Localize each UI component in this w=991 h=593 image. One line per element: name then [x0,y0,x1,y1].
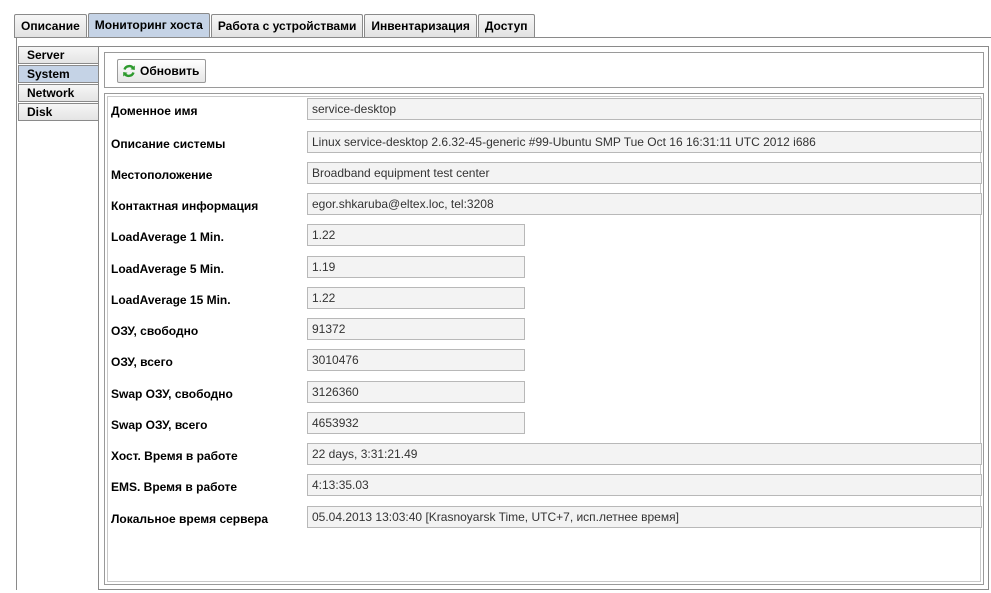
field-label: LoadAverage 15 Min. [111,293,231,307]
field-label: EMS. Время в работе [111,480,238,494]
field-label: Контактная информация [111,199,259,213]
host-uptime-field[interactable]: 22 days, 3:31:21.49 [307,443,982,465]
refresh-label: Обновить [140,64,200,78]
tab-host-monitoring[interactable]: Мониторинг хоста [87,13,210,38]
ems-uptime-field[interactable]: 4:13:35.03 [307,474,982,496]
field-label: Локальное время сервера [111,512,269,526]
side-tab-system[interactable]: System [18,65,107,83]
tab-access[interactable]: Доступ [477,14,535,37]
side-tab-network[interactable]: Network [18,84,98,102]
field-label: Местоположение [111,168,213,182]
top-tab-bar: Описание Мониторинг хоста Работа с устро… [14,13,536,38]
tab-inventory[interactable]: Инвентаризация [364,14,477,37]
field-label: ОЗУ, всего [111,355,173,369]
contact-info-field[interactable]: egor.shkaruba@eltex.loc, tel:3208 [307,193,982,215]
side-tab-bar: Server System Network Disk [18,46,107,122]
side-tab-disk[interactable]: Disk [18,103,98,121]
loadavg-1-field[interactable]: 1.22 [307,224,525,246]
field-label: Хост. Время в работе [111,449,238,463]
swap-total-field[interactable]: 4653932 [307,412,525,434]
loadavg-15-field[interactable]: 1.22 [307,287,525,309]
field-label: LoadAverage 1 Min. [111,230,224,244]
field-label: LoadAverage 5 Min. [111,262,224,276]
ram-free-field[interactable]: 91372 [307,318,525,340]
field-label: Swap ОЗУ, всего [111,418,208,432]
system-description-field[interactable]: Linux service-desktop 2.6.32-45-generic … [307,131,982,153]
toolbar: Обновить [104,52,984,88]
tab-device-management[interactable]: Работа с устройствами [210,14,364,37]
server-local-time-field[interactable]: 05.04.2013 13:03:40 [Krasnoyarsk Time, U… [307,506,982,528]
field-label: Swap ОЗУ, свободно [111,387,233,401]
domain-name-field[interactable]: service-desktop [307,98,982,120]
swap-free-field[interactable]: 3126360 [307,381,525,403]
refresh-icon [122,64,136,78]
field-label: Описание системы [111,137,226,151]
ram-total-field[interactable]: 3010476 [307,349,525,371]
system-info-form: Доменное имя service-desktop Описание си… [104,93,984,585]
refresh-button[interactable]: Обновить [117,59,207,83]
location-field[interactable]: Broadband equipment test center [307,162,982,184]
tab-description[interactable]: Описание [14,14,87,37]
field-label: ОЗУ, свободно [111,324,199,338]
field-label: Доменное имя [111,104,198,118]
side-tab-server[interactable]: Server [18,46,98,64]
loadavg-5-field[interactable]: 1.19 [307,256,525,278]
